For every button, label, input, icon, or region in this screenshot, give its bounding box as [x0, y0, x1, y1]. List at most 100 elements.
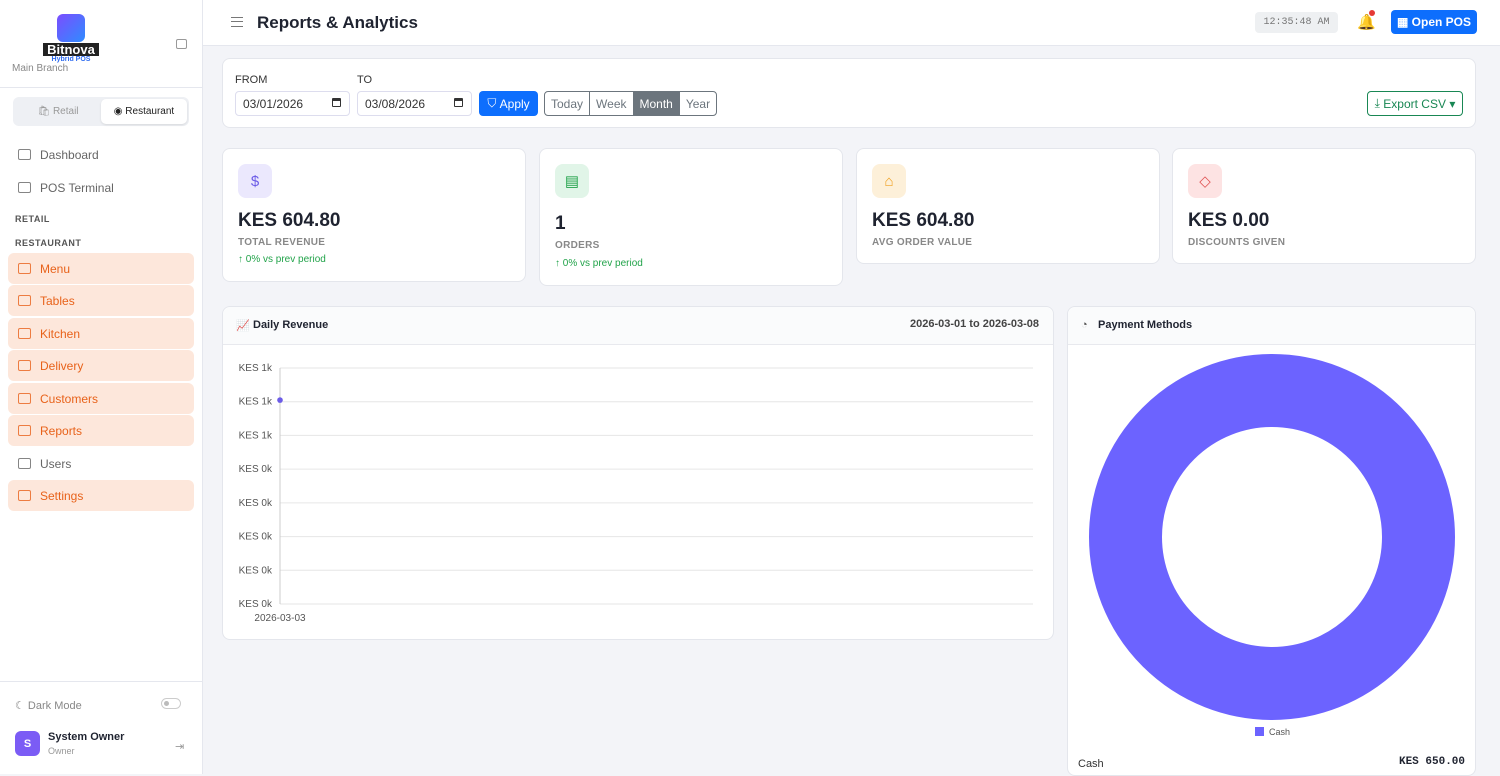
logout-icon[interactable]: ⇥ [175, 740, 184, 753]
sidebar-item-customers[interactable]: Customers [8, 383, 194, 414]
legend-label: Cash [1269, 727, 1290, 737]
y-tick-label: KES 1k [239, 363, 273, 374]
kpi-total-revenue: $ KES 604.80 TOTAL REVENUE ↑ 0% vs prev … [222, 148, 526, 282]
kpi-discounts: ◇ KES 0.00 DISCOUNTS GIVEN [1172, 148, 1476, 264]
open-pos-label: Open POS [1411, 15, 1471, 29]
kpi-delta: ↑ 0% vs prev period [238, 254, 326, 265]
nav-label: Users [40, 456, 72, 471]
open-pos-button[interactable]: ▦ Open POS [1391, 10, 1477, 34]
notification-dot [1369, 10, 1375, 16]
nav-label: Customers [40, 391, 99, 406]
topbar: Reports & Analytics 12:35:48 AM 🔔 ▦ Open… [203, 0, 1500, 46]
apply-label: Apply [499, 96, 530, 111]
y-tick-label: KES 0k [239, 532, 273, 543]
mode-retail-label: Retail [52, 106, 79, 117]
payment-methods-chart: Cash [1089, 354, 1455, 737]
dashboard-icon [18, 149, 31, 160]
kpi-avg-order: ⌂ KES 604.80 AVG ORDER VALUE [856, 148, 1160, 264]
dark-mode-text: Dark Mode [27, 700, 82, 712]
kpi-value: KES 604.80 [238, 210, 341, 231]
period-year[interactable]: Year [680, 92, 716, 115]
fire-icon [18, 328, 31, 339]
section-restaurant: RESTAURANT [15, 238, 82, 248]
hamburger-icon[interactable] [231, 17, 243, 27]
nav-label: POS Terminal [40, 180, 114, 195]
apply-button[interactable]: ⛉ Apply [479, 91, 538, 116]
from-date-input[interactable]: 03/01/2026 [235, 91, 350, 116]
to-label: TO [357, 74, 373, 86]
payment-method-amount: KES 650.00 [1398, 756, 1465, 768]
period-week[interactable]: Week [590, 92, 634, 115]
kpi-label: TOTAL REVENUE [238, 237, 326, 248]
dark-mode-label: ☾ Dark Mode [15, 700, 82, 712]
export-label: Export CSV [1383, 96, 1446, 111]
users-icon [18, 393, 31, 404]
mode-restaurant-label: Restaurant [125, 106, 175, 117]
data-point [277, 397, 283, 403]
kpi-label: ORDERS [555, 240, 600, 251]
kpi-value: KES 0.00 [1188, 210, 1270, 231]
period-selector: Today Week Month Year [544, 91, 718, 116]
nav-label: Settings [40, 488, 84, 503]
brand-name: Bitnova [43, 43, 99, 56]
mode-restaurant-button[interactable]: ◉ Restaurant [101, 99, 187, 124]
card-title: Payment Methods [1098, 319, 1193, 331]
kpi-label: AVG ORDER VALUE [872, 237, 973, 248]
sidebar-item-pos-terminal[interactable]: POS Terminal [8, 172, 194, 203]
sidebar-item-dashboard[interactable]: Dashboard [8, 139, 194, 170]
daily-revenue-card: 📈 Daily Revenue 2026-03-01 to 2026-03-08… [222, 306, 1054, 640]
y-tick-label: KES 0k [239, 498, 273, 509]
divider [0, 87, 203, 88]
basket-icon: ⌂ [872, 164, 906, 198]
nav-label: Reports [40, 423, 83, 438]
sidebar-item-reports[interactable]: Reports [8, 415, 194, 446]
calendar-icon[interactable] [332, 98, 341, 107]
tag-icon: ◇ [1188, 164, 1222, 198]
bar-chart-icon [18, 425, 31, 436]
page-title: Reports & Analytics [257, 13, 418, 32]
receipt-icon: ▤ [555, 164, 589, 198]
legend-swatch [1255, 727, 1264, 736]
y-tick-label: KES 0k [239, 464, 273, 475]
section-retail: RETAIL [15, 214, 50, 224]
avatar: S [15, 731, 40, 756]
card-header: ◔ Payment Methods [1068, 307, 1475, 345]
pie-slice [1089, 354, 1455, 720]
filter-icon: ⛉ [487, 96, 500, 110]
menu-icon [18, 263, 31, 274]
period-today[interactable]: Today [545, 92, 591, 115]
nav-label: Kitchen [40, 326, 81, 341]
branch-name: Main Branch [12, 63, 69, 74]
dollar-icon: $ [238, 164, 272, 198]
download-icon: ⤓ [1374, 96, 1384, 110]
user-role: Owner [48, 746, 75, 756]
clock: 12:35:48 AM [1255, 12, 1338, 33]
mode-switch: 🛍 Retail ◉ Restaurant [13, 97, 189, 126]
pie-chart-icon: ◔ [1081, 319, 1088, 331]
sidebar-item-kitchen[interactable]: Kitchen [8, 318, 194, 349]
brand-subtitle: Hybrid POS [51, 56, 91, 63]
to-date-input[interactable]: 03/08/2026 [357, 91, 472, 116]
nav-label: Dashboard [40, 147, 99, 162]
divider [0, 681, 203, 682]
calendar-icon[interactable] [454, 98, 463, 107]
sidebar-toggle-icon[interactable] [176, 39, 187, 49]
sidebar-item-settings[interactable]: Settings [8, 480, 194, 511]
daily-revenue-chart: KES 1k KES 1k KES 1k KES 0k KES 0k KES 0k KES … [239, 363, 1033, 624]
line-chart-icon: 📈 [236, 320, 250, 332]
mode-retail-button[interactable]: 🛍 Retail [15, 99, 101, 124]
sidebar-item-menu[interactable]: Menu [8, 253, 194, 284]
to-date-value: 03/08/2026 [365, 97, 426, 111]
payment-method-name: Cash [1078, 758, 1104, 770]
nav-label: Menu [40, 261, 71, 276]
export-csv-button[interactable]: ⤓ Export CSV ▾ [1367, 91, 1463, 116]
period-month[interactable]: Month [633, 92, 680, 115]
user-name: System Owner [48, 731, 125, 743]
y-tick-label: KES 0k [239, 599, 273, 610]
y-tick-label: KES 1k [239, 397, 273, 408]
sidebar-item-users[interactable]: Users [8, 448, 194, 479]
pos-icon [57, 14, 85, 42]
sidebar-item-tables[interactable]: Tables [8, 285, 194, 316]
sidebar-item-delivery[interactable]: Delivery [8, 350, 194, 381]
dark-mode-toggle[interactable] [161, 698, 181, 709]
